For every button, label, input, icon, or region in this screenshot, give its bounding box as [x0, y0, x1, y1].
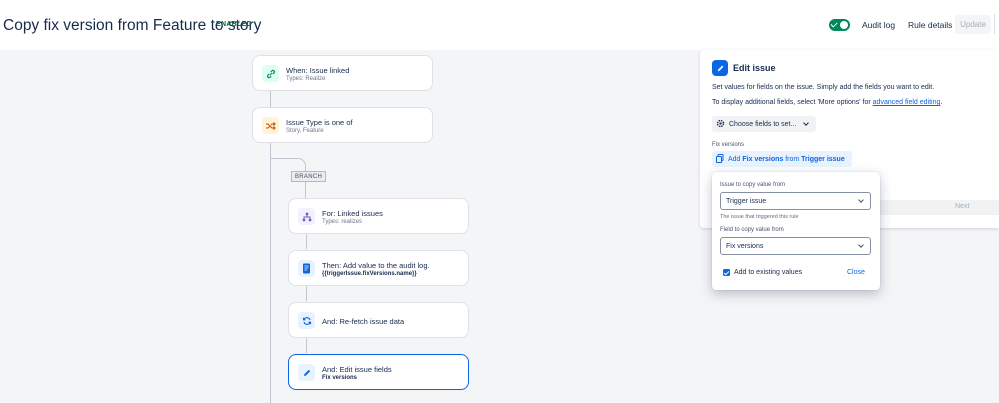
card-title: For: Linked issues: [322, 209, 383, 218]
refresh-icon: [298, 312, 315, 329]
card-subtitle: Story, Feature: [286, 128, 324, 134]
card-title: Issue Type is one of: [286, 118, 353, 127]
advanced-prefix: To display additional fields, select 'Mo…: [712, 99, 873, 106]
field-to-copy-select[interactable]: Fix versions: [720, 237, 871, 255]
close-button[interactable]: Close: [847, 269, 865, 276]
panel-description: Set values for fields on the issue. Simp…: [712, 84, 935, 91]
card-subtitle: Types: Realize: [286, 76, 326, 82]
advanced-field-editing-link[interactable]: advanced field editing: [873, 99, 941, 106]
fix-versions-label: Fix versions: [712, 142, 745, 148]
copy-from-value: Trigger issue: [726, 197, 767, 205]
pencil-icon: [298, 364, 315, 381]
connector-line: [306, 337, 307, 353]
add-middle: from: [783, 155, 802, 163]
chevron-down-icon: [858, 242, 864, 248]
choose-fields-label: Choose fields to set...: [729, 120, 797, 128]
copy-icon: [716, 153, 724, 165]
add-prefix: Add: [728, 155, 743, 163]
field-to-copy-label: Field to copy value from: [720, 227, 784, 233]
add-to-existing-label: Add to existing values: [734, 269, 803, 276]
edit-issue-action-card[interactable]: And: Edit issue fields Fix versions: [288, 354, 469, 390]
add-fix-versions-button[interactable]: Add Fix versions from Trigger issue: [712, 151, 852, 167]
chevron-down-icon: [858, 197, 864, 203]
card-title: When: Issue linked: [286, 66, 350, 75]
card-subtitle: Fix versions: [322, 375, 358, 381]
add-to-existing-checkbox[interactable]: [723, 269, 730, 276]
add-fix-versions-label: Add Fix versions from Trigger issue: [728, 156, 845, 163]
add-source: Trigger issue: [801, 155, 845, 163]
card-title: And: Re-fetch issue data: [322, 317, 405, 326]
choose-fields-button[interactable]: Choose fields to set...: [712, 116, 816, 132]
copy-from-label: Issue to copy value from: [720, 182, 786, 188]
refetch-action-card[interactable]: And: Re-fetch issue data: [288, 302, 469, 338]
rule-header: Copy fix version from Feature to story E…: [0, 0, 999, 50]
update-button[interactable]: Update: [955, 15, 991, 34]
link-icon: [262, 65, 279, 82]
connector-line: [306, 285, 307, 301]
field-to-copy-value: Fix versions: [726, 242, 764, 250]
next-button[interactable]: Next: [955, 203, 969, 210]
branch-for-card[interactable]: For: Linked issues Types: realizes: [288, 198, 469, 234]
connector-line: [306, 233, 307, 249]
hierarchy-icon: [298, 208, 315, 225]
copy-from-select[interactable]: Trigger issue: [720, 192, 871, 210]
audit-log-button[interactable]: Audit log: [862, 20, 895, 30]
toggle-knob: [840, 21, 848, 29]
pencil-icon: [712, 60, 728, 76]
chevron-down-icon: [803, 120, 810, 126]
branch-label: BRANCH: [291, 171, 327, 182]
card-subtitle: {{triggerIssue.fixVersions.name}}: [322, 271, 417, 277]
rule-details-button[interactable]: Rule details: [908, 20, 952, 30]
rule-enabled-toggle[interactable]: [829, 19, 850, 31]
status-badge: ENABLED: [216, 21, 252, 28]
connector-line: [270, 90, 271, 107]
document-icon: [298, 260, 315, 277]
panel-description-advanced: To display additional fields, select 'Mo…: [712, 99, 942, 106]
advanced-suffix: .: [940, 99, 943, 106]
panel-title: Edit issue: [733, 63, 776, 73]
card-title: Then: Add value to the audit log.: [322, 261, 430, 270]
audit-log-action-card[interactable]: Then: Add value to the audit log. {{trig…: [288, 250, 469, 286]
condition-card[interactable]: Issue Type is one of Story, Feature: [252, 107, 433, 143]
card-title: And: Edit issue fields: [322, 365, 392, 374]
copy-value-popup: Issue to copy value from Trigger issue T…: [712, 172, 880, 290]
card-subtitle: Types: realizes: [322, 219, 363, 225]
trigger-card[interactable]: When: Issue linked Types: Realize: [252, 55, 433, 91]
copy-from-help: The issue that triggered this rule: [720, 214, 799, 220]
add-field: Fix versions: [742, 155, 784, 163]
shuffle-icon: [262, 117, 279, 134]
gear-icon: [716, 119, 725, 130]
header-divider: [994, 14, 995, 34]
